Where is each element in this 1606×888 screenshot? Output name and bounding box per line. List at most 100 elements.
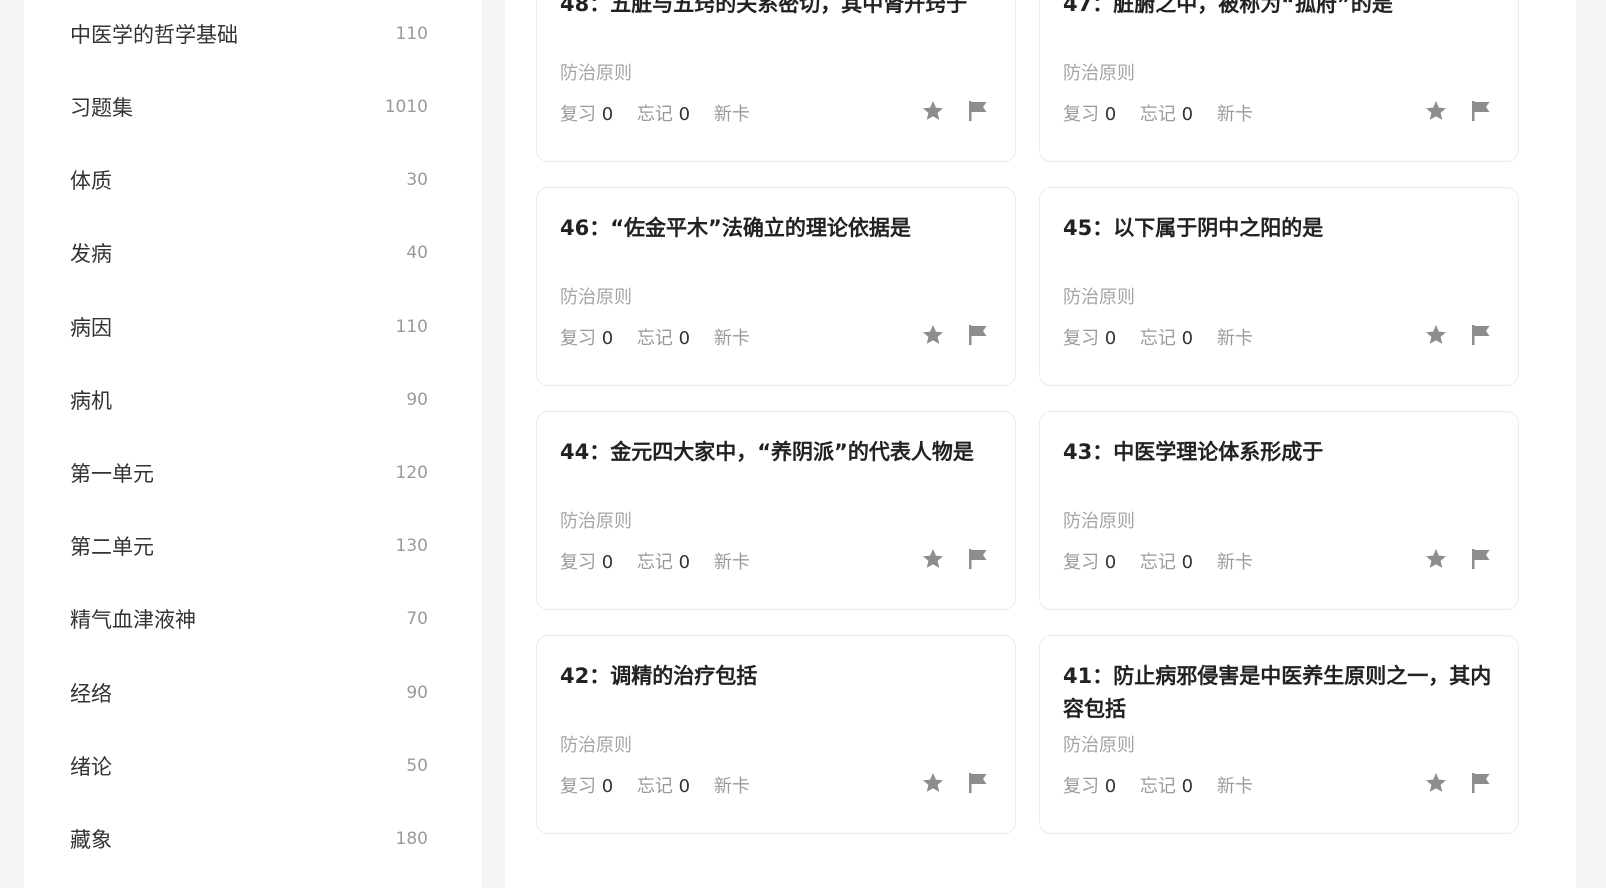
forget-count: 0 [1181,328,1194,349]
forget-label: 忘记 [1139,776,1176,797]
card-state: 新卡 [1216,776,1253,797]
sidebar-item[interactable]: 体质 30 [24,143,482,216]
question-card[interactable]: 47：脏腑之中，被称为“孤府”的是 防治原则 复习 0 忘记 0 新卡 [1039,0,1519,162]
sidebar-item-label: 病因 [70,315,112,340]
card-title: 41：防止病邪侵害是中医养生原则之一，其内容包括 [1063,664,1492,721]
card-category: 防治原则 [560,63,632,84]
forget-count: 0 [678,552,691,573]
sidebar-item[interactable]: 发病 40 [24,216,482,289]
forget-label: 忘记 [636,552,673,573]
sidebar-item-label: 体质 [70,168,112,193]
card-stats: 复习 0 忘记 0 新卡 [1063,324,1271,350]
flag-icon[interactable] [964,546,990,572]
sidebar-item[interactable]: 经络 90 [24,656,482,729]
card-title: 47：脏腑之中，被称为“孤府”的是 [1063,0,1393,16]
card-stats: 复习 0 忘记 0 新卡 [560,548,768,574]
star-icon[interactable] [1423,546,1449,572]
sidebar-item-count: 70 [406,608,428,629]
category-sidebar: 中医学的哲学基础 110 习题集 1010 体质 30 发病 40 病因 110… [24,0,482,888]
star-icon[interactable] [1423,322,1449,348]
card-category: 防治原则 [560,735,632,756]
sidebar-item-count: 130 [395,535,428,556]
card-title: 46：“佐金平木”法确立的理论依据是 [560,216,911,240]
sidebar-item-count: 180 [395,828,428,849]
card-title: 45：以下属于阴中之阳的是 [1063,216,1324,240]
star-icon[interactable] [920,770,946,796]
flag-icon[interactable] [964,322,990,348]
flag-icon[interactable] [1467,322,1493,348]
forget-label: 忘记 [636,776,673,797]
review-count: 0 [1104,552,1117,573]
sidebar-item-count: 30 [406,169,428,190]
review-count: 0 [601,776,614,797]
sidebar-item-label: 精气血津液神 [70,607,196,632]
question-card[interactable]: 44：金元四大家中，“养阴派”的代表人物是 防治原则 复习 0 忘记 0 新卡 [536,411,1016,610]
review-count: 0 [1104,328,1117,349]
sidebar-item[interactable]: 第一单元 120 [24,436,482,509]
sidebar-item-label: 习题集 [70,95,133,120]
sidebar-item[interactable]: 病机 90 [24,363,482,436]
star-icon[interactable] [920,98,946,124]
star-icon[interactable] [920,322,946,348]
flag-icon[interactable] [964,98,990,124]
review-label: 复习 [560,104,596,125]
forget-label: 忘记 [636,104,673,125]
sidebar-item[interactable]: 绪论 50 [24,729,482,802]
question-card[interactable]: 46：“佐金平木”法确立的理论依据是 防治原则 复习 0 忘记 0 新卡 [536,187,1016,386]
card-grid: 48：五脏与五窍的关系密切，其中肾开窍于 防治原则 复习 0 忘记 0 新卡 4… [505,0,1576,888]
flag-icon[interactable] [1467,98,1493,124]
question-card[interactable]: 48：五脏与五窍的关系密切，其中肾开窍于 防治原则 复习 0 忘记 0 新卡 [536,0,1016,162]
forget-count: 0 [678,104,691,125]
question-card[interactable]: 42：调精的治疗包括 防治原则 复习 0 忘记 0 新卡 [536,635,1016,834]
card-stats: 复习 0 忘记 0 新卡 [1063,772,1271,798]
forget-label: 忘记 [1139,104,1176,125]
sidebar-item-label: 第二单元 [70,534,154,559]
forget-label: 忘记 [1139,328,1176,349]
question-card[interactable]: 45：以下属于阴中之阳的是 防治原则 复习 0 忘记 0 新卡 [1039,187,1519,386]
sidebar-item[interactable]: 病因 110 [24,290,482,363]
flag-icon[interactable] [1467,546,1493,572]
card-category: 防治原则 [1063,735,1135,756]
star-icon[interactable] [1423,770,1449,796]
review-count: 0 [1104,104,1117,125]
sidebar-item-count: 90 [406,389,428,410]
review-count: 0 [601,552,614,573]
card-state: 新卡 [1216,552,1253,573]
flag-icon[interactable] [964,770,990,796]
sidebar-item-count: 1010 [384,96,428,117]
sidebar-item-label: 病机 [70,388,112,413]
sidebar-item-count: 90 [406,682,428,703]
sidebar-item-count: 40 [406,242,428,263]
card-stats: 复习 0 忘记 0 新卡 [560,100,768,126]
sidebar-item[interactable]: 第二单元 130 [24,509,482,582]
card-category: 防治原则 [1063,511,1135,532]
sidebar-item-count: 110 [395,316,428,337]
flag-icon[interactable] [1467,770,1493,796]
card-stats: 复习 0 忘记 0 新卡 [560,772,768,798]
card-state: 新卡 [713,328,750,349]
star-icon[interactable] [1423,98,1449,124]
review-count: 0 [601,328,614,349]
sidebar-item[interactable]: 精气血津液神 70 [24,582,482,655]
forget-label: 忘记 [636,328,673,349]
star-icon[interactable] [920,546,946,572]
review-label: 复习 [560,776,596,797]
review-label: 复习 [560,552,596,573]
question-card[interactable]: 41：防止病邪侵害是中医养生原则之一，其内容包括 防治原则 复习 0 忘记 0 … [1039,635,1519,834]
sidebar-item[interactable]: 中医学的哲学基础 110 [24,0,482,70]
sidebar-item[interactable]: 藏象 180 [24,802,482,875]
sidebar-item-label: 绪论 [70,754,112,779]
forget-count: 0 [678,776,691,797]
card-category: 防治原则 [1063,63,1135,84]
sidebar-item-label: 藏象 [70,827,112,852]
card-stats: 复习 0 忘记 0 新卡 [560,324,768,350]
card-state: 新卡 [1216,328,1253,349]
sidebar-item[interactable]: 习题集 1010 [24,70,482,143]
sidebar-item-label: 经络 [70,681,112,706]
card-stats: 复习 0 忘记 0 新卡 [1063,100,1271,126]
question-card[interactable]: 43：中医学理论体系形成于 防治原则 复习 0 忘记 0 新卡 [1039,411,1519,610]
sidebar-item-label: 中医学的哲学基础 [70,22,238,47]
sidebar-item-count: 50 [406,755,428,776]
forget-count: 0 [1181,552,1194,573]
review-count: 0 [601,104,614,125]
